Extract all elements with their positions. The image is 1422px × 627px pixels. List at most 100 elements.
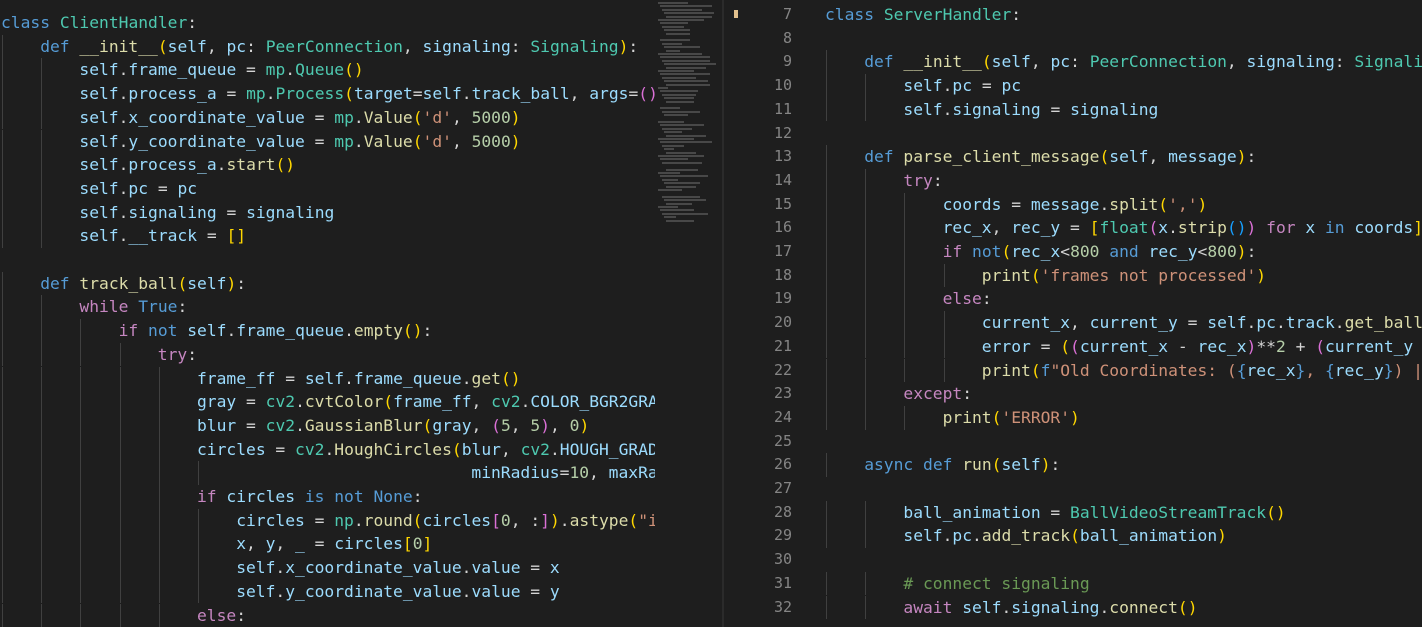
code-line[interactable]: x, y, _ = circles[0] xyxy=(236,532,432,556)
indent-guide xyxy=(41,200,43,225)
code-line[interactable]: self.x_coordinate_value.value = x xyxy=(236,556,560,580)
code-line[interactable]: self.pc.add_track(ball_animation) xyxy=(903,524,1227,548)
code-token: ( xyxy=(991,455,1002,475)
code-line[interactable]: circles = cv2.HoughCircles(blur, cv2.HOU… xyxy=(197,438,655,462)
code-line[interactable]: await self.signaling.connect() xyxy=(903,596,1197,620)
minimap-line xyxy=(662,144,684,147)
code-line[interactable]: gray = cv2.cvtColor(frame_ff, cv2.COLOR_… xyxy=(197,390,655,414)
code-line[interactable]: circles = np.round(circles[0, :]).astype… xyxy=(236,509,655,533)
code-token: ) xyxy=(226,273,237,293)
indent-guide xyxy=(119,579,121,604)
code-token: [] xyxy=(226,226,247,246)
code-token: : xyxy=(1011,5,1022,24)
code-token: = xyxy=(236,392,266,412)
indent-guide xyxy=(41,508,43,533)
indent-guide xyxy=(904,358,906,383)
code-line[interactable]: else: xyxy=(943,287,992,311)
code-line[interactable]: coords = message.split(',') xyxy=(943,193,1208,217)
code-line[interactable]: def __init__(self, pc: PeerConnection, s… xyxy=(40,35,638,59)
indent-guide xyxy=(2,271,3,296)
code-token: = xyxy=(1001,194,1031,214)
code-line[interactable]: print('frames not processed') xyxy=(982,264,1266,288)
code-token: = xyxy=(304,510,335,530)
code-token: . xyxy=(353,107,364,127)
indent-guide xyxy=(158,579,160,604)
code-line[interactable]: self.signaling = signaling xyxy=(79,201,334,225)
code-line[interactable]: self.pc = pc xyxy=(79,177,197,201)
indent-guide xyxy=(41,105,43,130)
code-line[interactable]: self.x_coordinate_value = mp.Value('d', … xyxy=(79,106,520,130)
code-line[interactable]: try: xyxy=(903,169,942,193)
code-token: . xyxy=(118,178,129,198)
code-line[interactable]: blur = cv2.GaussianBlur(gray, (5, 5), 0) xyxy=(197,414,589,438)
code-line[interactable]: self.__track = [] xyxy=(79,224,246,248)
code-line[interactable]: current_x, current_y = self.pc.track.get… xyxy=(982,311,1422,335)
line-number: 27 xyxy=(773,479,792,497)
indent-guide xyxy=(865,216,867,240)
code-line[interactable]: if circles is not None: xyxy=(197,485,423,509)
code-line[interactable]: # connect signaling xyxy=(903,572,1089,596)
indent-guide xyxy=(2,390,3,414)
left-editor[interactable]: class ClientHandler: def __init__(self, p… xyxy=(0,0,655,627)
code-line[interactable]: ball_animation = BallVideoStreamTrack() xyxy=(903,501,1285,525)
code-line[interactable]: self.y_coordinate_value = mp.Value('d', … xyxy=(79,130,520,154)
code-line[interactable]: def __init__(self, pc: PeerConnection, s… xyxy=(864,50,1422,74)
code-line[interactable]: async def run(self): xyxy=(864,453,1060,477)
code-line[interactable]: self.y_coordinate_value.value = y xyxy=(236,580,560,604)
code-token: = xyxy=(216,84,247,104)
code-line[interactable]: except: xyxy=(903,382,972,406)
code-line[interactable]: self.process_a.start() xyxy=(79,153,295,177)
code-token: . xyxy=(942,76,953,96)
code-line[interactable]: else: xyxy=(197,604,246,627)
code-token: frame_queue xyxy=(128,60,237,80)
code-token: : xyxy=(412,487,423,506)
minimap-line xyxy=(666,83,710,86)
line-number: 32 xyxy=(773,597,792,616)
code-line[interactable]: self.process_a = mp.Process(target=self.… xyxy=(79,82,655,106)
indent-guide xyxy=(2,342,3,367)
code-line[interactable]: self.frame_queue = mp.Queue() xyxy=(79,58,363,82)
indent-guide xyxy=(826,216,827,240)
indent-guide xyxy=(198,532,199,557)
code-line[interactable]: def track_ball(self): xyxy=(40,272,246,296)
code-line[interactable]: class ServerHandler: xyxy=(825,3,1021,27)
right-editor[interactable]: class ServerHandler: def __init__(self, p… xyxy=(824,0,1422,627)
code-token: , xyxy=(471,415,492,435)
indent-guide xyxy=(80,603,82,627)
indent-guide xyxy=(865,571,867,596)
code-line[interactable]: print('ERROR') xyxy=(943,406,1080,430)
code-line[interactable]: if not(rec_x<800 and rec_y<800): xyxy=(943,240,1257,264)
indent-guide xyxy=(119,508,121,533)
code-token: pc xyxy=(1050,52,1071,72)
code-line[interactable]: frame_ff = self.frame_queue.get() xyxy=(197,367,521,391)
code-line[interactable]: def parse_client_message(self, message): xyxy=(864,145,1256,169)
line-number: 26 xyxy=(773,455,792,474)
code-line[interactable]: try: xyxy=(158,343,197,367)
code-token: ( xyxy=(412,510,423,530)
minimap-line xyxy=(662,42,682,45)
code-token: = xyxy=(628,84,639,104)
indent-guide xyxy=(41,82,43,106)
code-line[interactable]: error = ((current_x - rec_x)**2 + (curre… xyxy=(982,335,1422,359)
indent-guide xyxy=(2,366,3,391)
indent-guide xyxy=(826,240,827,264)
code-token: __init__ xyxy=(903,52,982,72)
code-line[interactable]: if not self.frame_queue.empty(): xyxy=(119,319,433,343)
minimap-line xyxy=(658,172,680,174)
code-line[interactable]: rec_x, rec_y = [float(x.strip()) for x i… xyxy=(943,216,1422,240)
code-token: # connect signaling xyxy=(903,573,1090,593)
code-line[interactable]: while True: xyxy=(79,295,187,319)
code-line[interactable]: minRadius=10, maxRad xyxy=(471,461,655,485)
code-token: ( xyxy=(1315,336,1325,356)
code-line[interactable]: self.signaling = signaling xyxy=(903,98,1158,122)
code-line[interactable]: print(f"Old Coordinates: ({rec_x}, {rec_… xyxy=(982,359,1422,383)
code-line[interactable]: class ClientHandler: xyxy=(1,11,197,35)
code-token: circles xyxy=(334,534,403,554)
minimap[interactable] xyxy=(655,0,725,627)
code-line[interactable]: self.pc = pc xyxy=(903,74,1021,98)
code-token: self xyxy=(79,131,119,151)
code-token: not xyxy=(148,321,188,341)
code-token: () xyxy=(344,60,364,80)
code-token: signaling xyxy=(1246,52,1335,72)
indent-guide xyxy=(198,508,199,533)
